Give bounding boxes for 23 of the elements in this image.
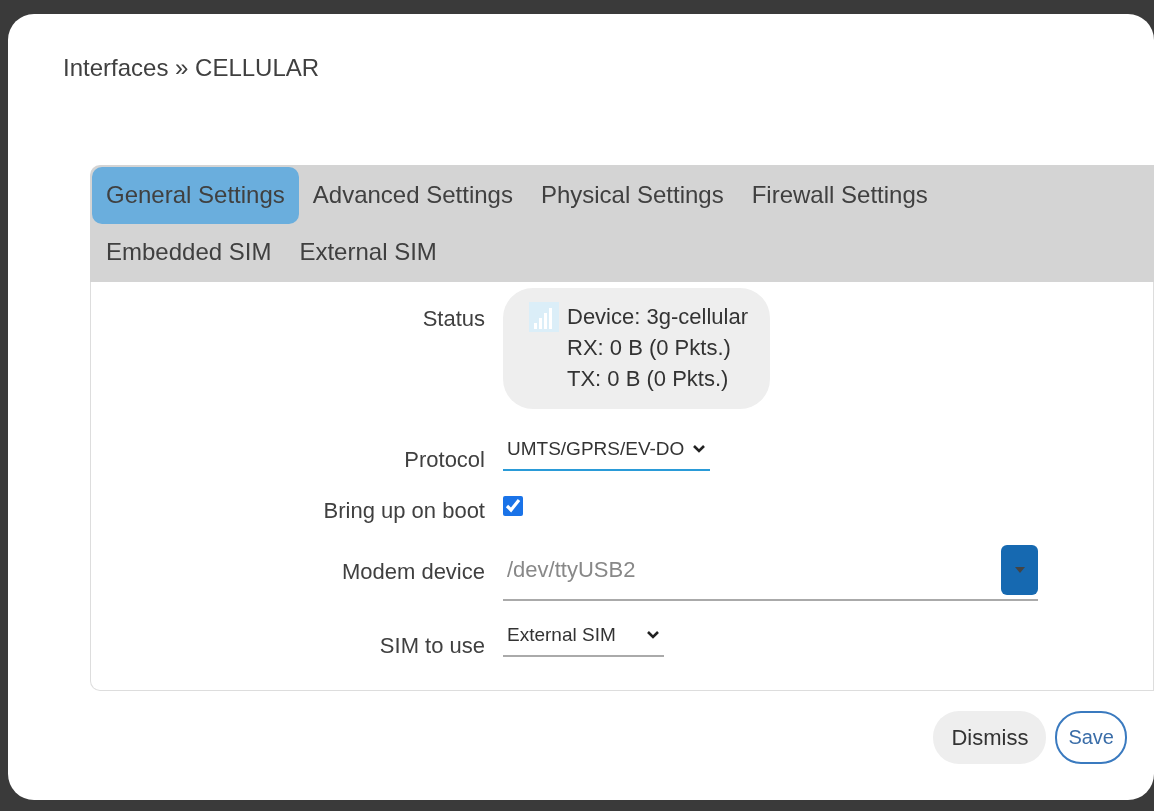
field-label: Protocol (403, 445, 486, 474)
tab[interactable]: General Settings (92, 166, 299, 224)
field-label: SIM to use (378, 631, 486, 660)
tab[interactable]: Advanced Settings (298, 166, 527, 224)
field-label: Modem device (340, 557, 486, 586)
chevron-down-icon (645, 630, 660, 641)
tab[interactable]: Embedded SIM (92, 223, 286, 281)
status-line: RX: 0 B (0 Pkts.) (567, 334, 732, 363)
signal-icon (529, 302, 559, 333)
save-button[interactable]: Save (1055, 710, 1127, 764)
tab[interactable]: External SIM (285, 223, 451, 281)
tab[interactable]: Physical Settings (526, 166, 738, 224)
dialog-title: Interfaces » CELLULAR (62, 53, 321, 83)
status-line: Device: 3g-cellular (567, 303, 748, 332)
dismiss-button[interactable]: Dismiss (933, 710, 1047, 764)
dropdown-button[interactable] (1001, 544, 1038, 595)
field-label: Bring up on boot (322, 496, 486, 525)
status-line: TX: 0 B (0 Pkts.) (567, 365, 730, 393)
tab[interactable]: Firewall Settings (737, 166, 942, 224)
field-label: Status (421, 305, 486, 334)
caret-down-icon (1014, 566, 1025, 573)
checkbox[interactable] (503, 495, 523, 516)
chevron-down-icon (692, 444, 707, 455)
